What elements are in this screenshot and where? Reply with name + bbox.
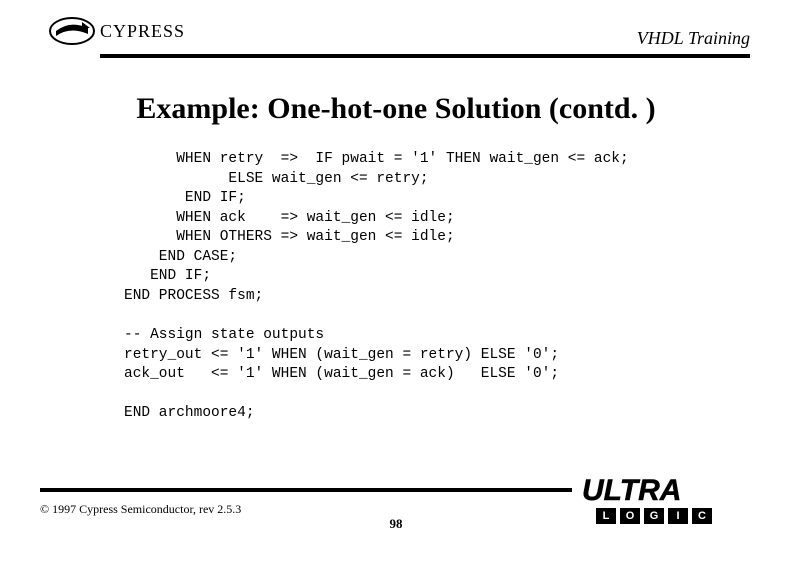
footer-rule (40, 488, 572, 492)
code-block: WHEN retry => IF pwait = '1' THEN wait_g… (124, 150, 752, 424)
ultra-logo: ULTRA L O G I C (582, 476, 752, 524)
slide-page: CYPRESS VHDL Training Example: One-hot-o… (0, 0, 792, 562)
ultra-letter: I (668, 508, 688, 524)
company-name: CYPRESS (100, 21, 185, 42)
ultra-letter: G (644, 508, 664, 524)
ultra-brand-name: ULTRA (582, 476, 752, 506)
header: CYPRESS VHDL Training (40, 18, 752, 66)
ultra-letter: O (620, 508, 640, 524)
series-title: VHDL Training (637, 28, 750, 49)
company-logo: CYPRESS (48, 16, 185, 46)
cypress-logo-icon (48, 16, 96, 46)
footer: © 1997 Cypress Semiconductor, rev 2.5.3 … (40, 488, 752, 544)
page-number: 98 (390, 516, 403, 532)
header-rule (100, 54, 750, 58)
slide-title: Example: One-hot-one Solution (contd. ) (40, 92, 752, 126)
ultra-letter: C (692, 508, 712, 524)
copyright: © 1997 Cypress Semiconductor, rev 2.5.3 (40, 502, 241, 517)
ultra-letter: L (596, 508, 616, 524)
ultra-letter-boxes: L O G I C (596, 508, 752, 524)
